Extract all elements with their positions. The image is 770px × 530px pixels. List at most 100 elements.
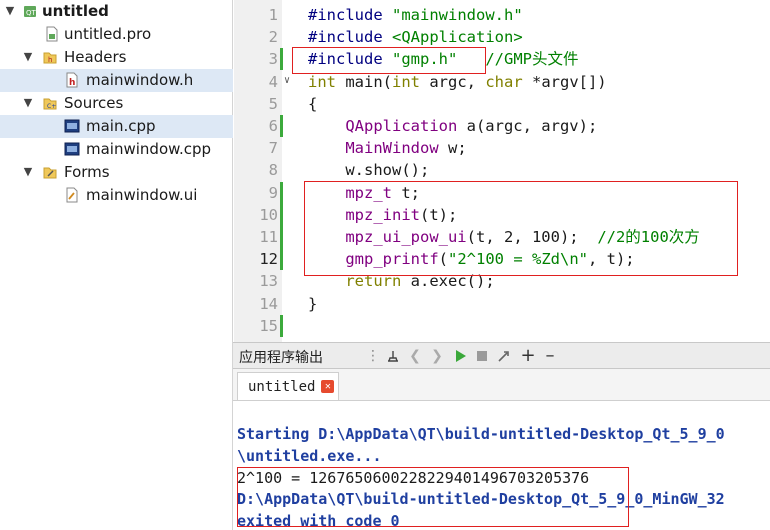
project-tree: ▼ QT untitled untitled.pro ▼ h Headers h…	[0, 0, 233, 530]
line-number: 15	[259, 316, 278, 335]
zoom-out-icon[interactable]: –	[542, 347, 558, 365]
prev-icon[interactable]: ❮	[407, 348, 423, 364]
output-text-area[interactable]: Starting D:\AppData\QT\build-untitled-De…	[233, 401, 770, 530]
code-line[interactable]: MainWindow w;	[308, 137, 467, 159]
highlight-box-gmp-calls	[304, 181, 738, 276]
tree-item-forms[interactable]: ▼ Forms	[0, 161, 233, 184]
pro-file-label: untitled.pro	[64, 25, 152, 43]
code-token: MainWindow	[345, 139, 439, 158]
pro-file-icon	[46, 26, 58, 42]
folder-header-icon: h	[43, 52, 57, 64]
tree-item-main-cpp[interactable]: main.cpp	[0, 115, 233, 138]
mainwindow-cpp-label: mainwindow.cpp	[86, 140, 212, 158]
code-line[interactable]: #include "mainwindow.h"	[308, 4, 523, 26]
highlight-box-include-gmp	[292, 47, 486, 74]
line-number: 11	[259, 228, 278, 246]
code-token: #include	[308, 6, 392, 24]
tree-item-mainwindow-ui[interactable]: mainwindow.ui	[0, 184, 233, 207]
code-token: <QApplication>	[392, 28, 523, 47]
tree-item-pro-file[interactable]: untitled.pro	[0, 23, 233, 46]
grip-icon: ⋮	[366, 348, 380, 364]
mainwindow-ui-label: mainwindow.ui	[86, 186, 198, 204]
output-tab-label: untitled	[248, 378, 316, 395]
line-number: 3	[268, 50, 278, 69]
code-line[interactable]: }	[308, 293, 317, 315]
svg-text:h: h	[69, 78, 75, 88]
stop-icon[interactable]	[474, 348, 490, 364]
tree-item-mainwindow-h[interactable]: h mainwindow.h	[0, 69, 233, 92]
line-number: 10	[259, 205, 278, 224]
close-icon[interactable]: ✕	[321, 380, 335, 393]
code-token: char	[485, 72, 523, 91]
highlight-box-output	[237, 467, 629, 527]
code-token: w;	[438, 139, 467, 158]
ui-file-icon	[66, 187, 78, 203]
line-number: 2	[268, 28, 278, 47]
fold-icon[interactable]: ∨	[284, 75, 290, 86]
code-token: a(argc, argv);	[457, 117, 598, 135]
clean-icon[interactable]	[385, 348, 401, 364]
code-token: main(	[336, 72, 392, 91]
cpp-file-icon	[64, 142, 80, 156]
line-number: 13	[259, 272, 278, 291]
headers-label: Headers	[64, 48, 127, 66]
next-icon[interactable]: ❯	[429, 348, 445, 364]
code-token: int	[392, 72, 420, 91]
folder-forms-icon	[43, 167, 57, 179]
run-icon[interactable]	[452, 348, 468, 364]
code-token: *argv[])	[522, 72, 607, 91]
change-marker	[280, 248, 283, 271]
code-token: int	[308, 72, 336, 91]
code-token: }	[308, 294, 318, 313]
code-token: "mainwindow.h"	[392, 6, 523, 24]
mainwindow-h-label: mainwindow.h	[86, 71, 194, 89]
project-icon: QT	[24, 6, 37, 17]
sources-label: Sources	[64, 94, 124, 112]
output-line-exe: \untitled.exe...	[237, 447, 382, 465]
tree-item-sources[interactable]: ▼ C+ Sources	[0, 92, 233, 115]
line-number: 12	[259, 250, 278, 269]
main-cpp-label: main.cpp	[86, 117, 156, 135]
change-marker	[280, 181, 283, 204]
cpp-file-icon	[64, 119, 80, 133]
line-number: 6	[268, 117, 278, 135]
change-marker	[280, 115, 283, 137]
line-number: 7	[268, 139, 278, 158]
code-line[interactable]: {	[308, 93, 317, 115]
change-marker	[280, 203, 283, 226]
line-number: 8	[268, 161, 278, 180]
line-number: 9	[268, 183, 278, 202]
header-file-icon: h	[66, 72, 78, 88]
chevron-down-icon[interactable]: ▼	[22, 166, 34, 178]
change-marker	[280, 314, 283, 337]
code-line[interactable]: w.show();	[308, 159, 429, 181]
code-line[interactable]: QApplication a(argc, argv);	[308, 115, 597, 137]
output-tab-bar: untitled ✕	[233, 369, 770, 401]
chevron-down-icon[interactable]: ▼	[22, 51, 34, 63]
attach-icon[interactable]	[496, 348, 512, 364]
output-pane-title: 应用程序输出	[239, 350, 323, 366]
line-number: 4	[268, 72, 278, 91]
change-marker	[280, 48, 283, 71]
line-number: 1	[268, 6, 278, 24]
tree-item-mainwindow-cpp[interactable]: mainwindow.cpp	[0, 138, 233, 161]
change-marker	[280, 226, 283, 248]
output-pane-header: 应用程序输出 ⋮ ❮ ❯ + –	[233, 342, 770, 369]
chevron-down-icon[interactable]: ▼	[22, 97, 34, 109]
tree-item-headers[interactable]: ▼ h Headers	[0, 46, 233, 69]
output-line-starting: Starting D:\AppData\QT\build-untitled-De…	[237, 425, 725, 443]
project-name: untitled	[42, 2, 109, 20]
zoom-in-icon[interactable]: +	[520, 347, 536, 365]
folder-source-icon: C+	[43, 98, 57, 110]
code-token: //GMP头文件	[485, 50, 579, 69]
code-line[interactable]: #include <QApplication>	[308, 26, 523, 48]
chevron-down-icon[interactable]: ▼	[4, 5, 16, 17]
svg-text:h: h	[48, 56, 52, 64]
code-editor[interactable]: 1 2 3 4 ∨ 5 6 7 8 9 10 11 12 13 14 15 #include "mainwin…	[234, 0, 770, 342]
svg-text:C+: C+	[47, 103, 56, 110]
output-tab-untitled[interactable]: untitled ✕	[237, 372, 340, 400]
tree-item-project[interactable]: ▼ QT untitled	[0, 0, 233, 23]
code-token: QApplication	[345, 117, 458, 135]
line-number-gutter: 1 2 3 4 ∨ 5 6 7 8 9 10 11 12 13 14 15	[234, 0, 290, 342]
